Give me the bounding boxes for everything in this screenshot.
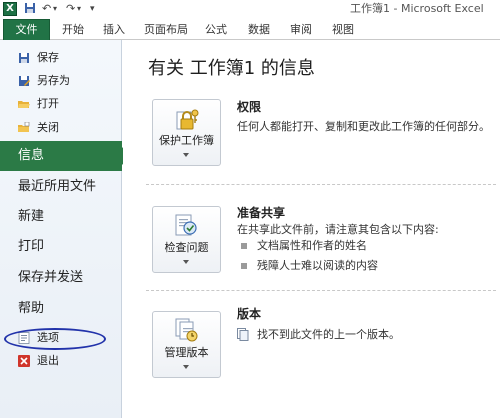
section-divider — [146, 290, 496, 291]
redo-dropdown-icon[interactable]: ▾ — [77, 2, 81, 16]
versions-document-icon — [237, 328, 249, 341]
folder-open-icon — [18, 98, 30, 110]
nav-info[interactable]: 信息 — [0, 141, 122, 171]
bullet-icon — [241, 243, 247, 249]
options-icon — [18, 332, 30, 344]
nav-save-send-label: 保存并发送 — [18, 270, 84, 285]
sharing-item: 文档属性和作者的姓名 — [257, 239, 367, 252]
exit-icon — [18, 355, 30, 367]
window-title: 工作簿1 - Microsoft Excel — [350, 2, 484, 15]
nav-print[interactable]: 打印 — [0, 232, 122, 262]
undo-dropdown-icon[interactable]: ▾ — [53, 2, 57, 16]
nav-help[interactable]: 帮助 — [0, 294, 122, 324]
tab-data[interactable]: 数据 — [248, 21, 270, 40]
lock-key-icon — [174, 106, 200, 132]
bullet-icon — [241, 263, 247, 269]
check-issues-label: 检查问题 — [164, 241, 209, 254]
page-title: 有关 工作簿1 的信息 — [148, 58, 315, 79]
nav-open[interactable]: 打开 — [0, 93, 122, 115]
nav-save-as-label: 另存为 — [37, 74, 70, 87]
ribbon-tab-bar: 文件 开始 插入 页面布局 公式 数据 审阅 视图 — [0, 18, 500, 40]
nav-new[interactable]: 新建 — [0, 202, 122, 232]
save-icon[interactable] — [24, 2, 36, 18]
protect-workbook-button[interactable]: 保护工作簿 — [152, 99, 221, 166]
chevron-down-icon — [183, 153, 189, 157]
manage-versions-icon — [174, 318, 200, 344]
customize-dropdown-icon[interactable]: ▾ — [90, 2, 95, 16]
excel-icon[interactable]: X — [3, 2, 17, 16]
permissions-text: 任何人都能打开、复制和更改此工作簿的任何部分。 — [237, 120, 490, 133]
undo-icon[interactable]: ↶ — [42, 2, 51, 16]
nav-recent[interactable]: 最近所用文件 — [0, 172, 122, 202]
nav-print-label: 打印 — [18, 239, 45, 254]
nav-exit-label: 退出 — [37, 354, 59, 367]
tab-page-layout[interactable]: 页面布局 — [144, 21, 188, 40]
manage-versions-button[interactable]: 管理版本 — [152, 311, 221, 378]
redo-icon[interactable]: ↷ — [66, 2, 75, 16]
chevron-down-icon — [183, 365, 189, 369]
nav-help-label: 帮助 — [18, 301, 45, 316]
nav-options-label: 选项 — [37, 331, 59, 344]
chevron-down-icon — [183, 260, 189, 264]
tab-formulas[interactable]: 公式 — [205, 21, 227, 40]
protect-workbook-label: 保护工作簿 — [159, 134, 214, 147]
nav-save[interactable]: 保存 — [0, 47, 122, 69]
folder-close-icon — [18, 121, 30, 134]
nav-info-label: 信息 — [18, 148, 45, 163]
nav-close-label: 关闭 — [37, 121, 59, 134]
save-icon — [18, 52, 30, 64]
check-issues-button[interactable]: 检查问题 — [152, 206, 221, 273]
nav-save-as[interactable]: 另存为 — [0, 70, 122, 92]
prepare-sharing-title: 准备共享 — [237, 206, 286, 220]
tab-review[interactable]: 审阅 — [290, 21, 312, 40]
prepare-sharing-text: 在共享此文件前，请注意其包含以下内容: — [237, 223, 439, 236]
tab-view[interactable]: 视图 — [332, 21, 354, 40]
nav-save-send[interactable]: 保存并发送 — [0, 263, 122, 293]
tab-file[interactable]: 文件 — [3, 19, 50, 40]
title-bar: X ↶ ▾ ↷ ▾ ▾ 工作簿1 - Microsoft Excel — [0, 0, 500, 18]
nav-open-label: 打开 — [37, 97, 59, 110]
nav-close[interactable]: 关闭 — [0, 117, 122, 139]
nav-save-label: 保存 — [37, 51, 59, 64]
inspect-document-icon — [174, 213, 200, 239]
backstage-nav: 保存 另存为 打开 关闭 信息 最近所用文件 新建 打印 保存并发送 帮助 选项… — [0, 40, 122, 418]
manage-versions-label: 管理版本 — [164, 346, 209, 359]
nav-recent-label: 最近所用文件 — [18, 179, 97, 194]
nav-new-label: 新建 — [18, 209, 45, 224]
section-divider — [146, 184, 496, 185]
nav-exit[interactable]: 退出 — [0, 350, 122, 372]
nav-options[interactable]: 选项 — [0, 327, 122, 349]
sharing-item: 残障人士难以阅读的内容 — [257, 259, 378, 272]
permissions-title: 权限 — [237, 100, 262, 114]
tab-insert[interactable]: 插入 — [103, 21, 125, 40]
versions-text: 找不到此文件的上一个版本。 — [257, 328, 400, 341]
tab-home[interactable]: 开始 — [62, 21, 84, 40]
versions-title: 版本 — [237, 307, 262, 321]
save-as-icon — [18, 75, 30, 87]
